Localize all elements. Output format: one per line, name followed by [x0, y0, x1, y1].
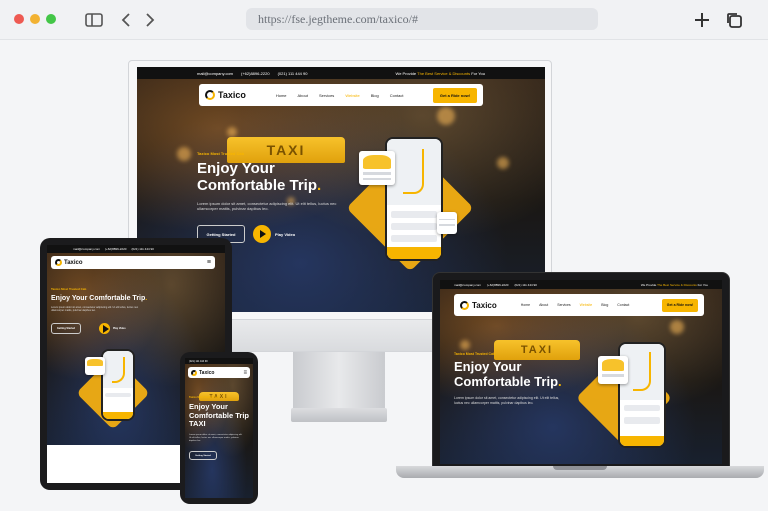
browser-toolbar: https://fse.jegtheme.com/taxico/#: [0, 0, 768, 40]
tablet-navigation: Taxico ≡: [51, 256, 215, 269]
logo-icon: [460, 300, 469, 310]
nav-item-blog[interactable]: Blog: [371, 93, 379, 98]
topbar-phone-2: (021) 111 444 90: [277, 70, 308, 76]
tablet-hero-title: Enjoy Your Comfortable Trip.: [51, 295, 148, 302]
url-text: https://fse.jegtheme.com/taxico/#: [258, 11, 418, 26]
logo-icon: [55, 259, 62, 266]
hero-paragraph: Lorem ipsum dolor sit amet, consectetur …: [197, 201, 337, 212]
nav-item-services[interactable]: Services: [319, 93, 334, 98]
new-tab-icon[interactable]: [692, 10, 712, 30]
nav-item-website[interactable]: Website: [345, 93, 359, 98]
monitor-base: [291, 408, 387, 422]
logo-icon: [205, 90, 215, 100]
close-window-button[interactable]: [14, 14, 24, 24]
hero-kicker: Taxico Most Trusted Cab: [197, 151, 245, 156]
phone-navigation: Taxico ≡: [188, 367, 250, 378]
top-info-bar: mail@company.com (+62)8896-2220 (021) 11…: [137, 67, 545, 79]
nav-item-home[interactable]: Home: [521, 303, 530, 307]
maximize-window-button[interactable]: [46, 14, 56, 24]
site-logo[interactable]: Taxico: [205, 90, 246, 100]
nav-item-about[interactable]: About: [539, 303, 548, 307]
forward-icon[interactable]: [140, 10, 160, 30]
hero-title: Enjoy Your Comfortable Trip.: [197, 160, 322, 195]
tabs-overview-icon[interactable]: [724, 10, 744, 30]
laptop-screen: mail@company.com (+62)8896-2220 (021) 11…: [440, 280, 722, 464]
topbar-email: mail@company.com: [197, 70, 233, 76]
play-video-icon[interactable]: [253, 225, 271, 243]
nav-item-website[interactable]: Website: [580, 303, 593, 307]
sidebar-toggle-icon[interactable]: [84, 10, 104, 30]
topbar-promo: We Provide The Best Service & Discounts …: [395, 70, 486, 76]
mini-card: [437, 212, 457, 234]
laptop-cta-button[interactable]: Get a Ride now!: [662, 298, 698, 312]
nav-item-contact[interactable]: Contact: [390, 93, 404, 98]
monitor-stand: [293, 352, 385, 410]
laptop-hero-title: Enjoy Your Comfortable Trip.: [454, 359, 562, 389]
back-icon[interactable]: [116, 10, 136, 30]
topbar-phone: (+62)8896-2220: [241, 70, 270, 76]
nav-item-about[interactable]: About: [298, 93, 308, 98]
play-video-label: Play Video: [275, 232, 296, 237]
mockup-canvas: https://fse.jegtheme.com/taxico/# mail@c…: [0, 0, 768, 511]
nav-item-services[interactable]: Services: [557, 303, 570, 307]
nav-item-contact[interactable]: Contact: [617, 303, 629, 307]
phone-hero-title: Enjoy Your Comfortable Trip TAXI: [189, 402, 250, 429]
logo-icon: [191, 369, 197, 376]
cta-button[interactable]: Get a Ride now!: [433, 87, 477, 103]
laptop-navigation: Taxico Home About Services Website Blog Conta…: [454, 294, 704, 316]
nav-item-blog[interactable]: Blog: [601, 303, 608, 307]
hamburger-menu-icon[interactable]: ≡: [243, 370, 247, 376]
minimize-window-button[interactable]: [30, 14, 40, 24]
nav-menu: Home About Services Website Blog Contact: [276, 93, 404, 98]
laptop-notch: [553, 466, 607, 470]
nav-item-home[interactable]: Home: [276, 93, 287, 98]
hamburger-menu-icon[interactable]: ≡: [207, 259, 211, 266]
address-bar[interactable]: https://fse.jegtheme.com/taxico/#: [246, 8, 598, 30]
main-navigation: Taxico Home About Services Website Blog Conta…: [199, 84, 483, 106]
car-card: [359, 151, 395, 185]
phone-screen: (021) 111 444 90 Taxico ≡ TAXI Taxico Mo…: [185, 358, 253, 498]
laptop-top-bar: mail@company.com (+62)8896-2220 (021) 11…: [440, 280, 722, 289]
